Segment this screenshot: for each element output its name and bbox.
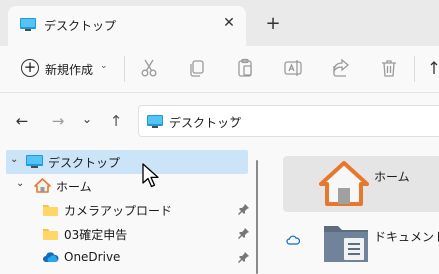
address-bar[interactable]: デスクトップ › — [138, 105, 439, 137]
chevron-down-icon: ⌄ — [100, 61, 108, 71]
back-button[interactable]: ← — [12, 111, 32, 131]
sidebar-item-tax-return[interactable]: 03確定申告 — [6, 222, 249, 246]
sidebar-item-onedrive[interactable]: OneDrive — [6, 246, 249, 270]
paste-icon[interactable] — [235, 58, 255, 78]
plus-icon: + — [21, 59, 39, 77]
address-row: ← → ⌄ ↑ デスクトップ › — [0, 93, 439, 153]
close-tab-icon[interactable]: ✕ — [220, 14, 238, 32]
up-button[interactable]: ↑ — [106, 111, 126, 131]
sidebar-item-label: カメラアップロード — [64, 204, 173, 218]
mouse-cursor-icon — [142, 163, 159, 188]
content-item-label: ホーム — [374, 170, 410, 184]
desktop-icon — [26, 155, 43, 168]
sidebar-item-label: デスクトップ — [48, 156, 121, 170]
copy-icon[interactable] — [187, 58, 207, 78]
sidebar-item-home[interactable]: ⌄ ホーム — [6, 174, 248, 198]
folder-icon — [43, 205, 58, 216]
rename-icon[interactable] — [283, 58, 303, 78]
chevron-down-icon[interactable]: ⌄ — [10, 154, 18, 165]
desktop-icon — [20, 18, 36, 31]
pin-icon — [238, 252, 249, 263]
onedrive-icon — [43, 252, 59, 262]
cloud-status-icon — [286, 235, 300, 245]
pin-icon — [238, 204, 249, 215]
new-button[interactable]: + 新規作成 ⌄ — [14, 55, 120, 83]
tab-title: デスクトップ — [44, 19, 117, 33]
sidebar-item-label: ホーム — [56, 180, 92, 194]
sidebar-item-label: 03確定申告 — [64, 228, 128, 242]
sidebar-item-label: OneDrive — [64, 250, 121, 264]
cut-icon[interactable] — [139, 58, 159, 78]
navigation-pane: ⌄ デスクトップ ⌄ ホーム カメラアップロード 03確定申告 OneDrive — [0, 148, 264, 274]
command-bar: + 新規作成 ⌄ — [0, 46, 439, 93]
documents-folder-icon — [324, 226, 368, 262]
delete-icon[interactable] — [379, 58, 399, 78]
sidebar-item-desktop[interactable]: ⌄ デスクトップ — [6, 150, 248, 174]
chevron-right-icon[interactable]: › — [231, 112, 236, 127]
folder-icon — [43, 229, 58, 240]
new-button-label: 新規作成 — [45, 63, 94, 77]
nav-pane-scrollbar[interactable] — [256, 160, 258, 274]
toolbar-divider — [414, 56, 415, 82]
share-icon[interactable] — [331, 58, 351, 78]
sidebar-item-camera-upload[interactable]: カメラアップロード — [6, 198, 249, 222]
tab-desktop[interactable]: デスクトップ ✕ — [8, 6, 246, 46]
content-item-documents[interactable] — [322, 220, 370, 274]
desktop-icon — [147, 115, 163, 128]
chevron-down-icon[interactable]: ⌄ — [16, 178, 24, 189]
home-icon — [34, 178, 51, 193]
content-item-label: ドキュメント — [374, 230, 439, 244]
forward-button[interactable]: → — [48, 111, 68, 131]
home-large-icon — [319, 161, 369, 206]
sort-icon[interactable] — [428, 58, 439, 78]
recent-locations-button[interactable]: ⌄ — [77, 109, 97, 129]
pin-icon — [238, 228, 249, 239]
toolbar-divider — [124, 56, 125, 82]
new-tab-icon[interactable]: + — [264, 15, 282, 33]
